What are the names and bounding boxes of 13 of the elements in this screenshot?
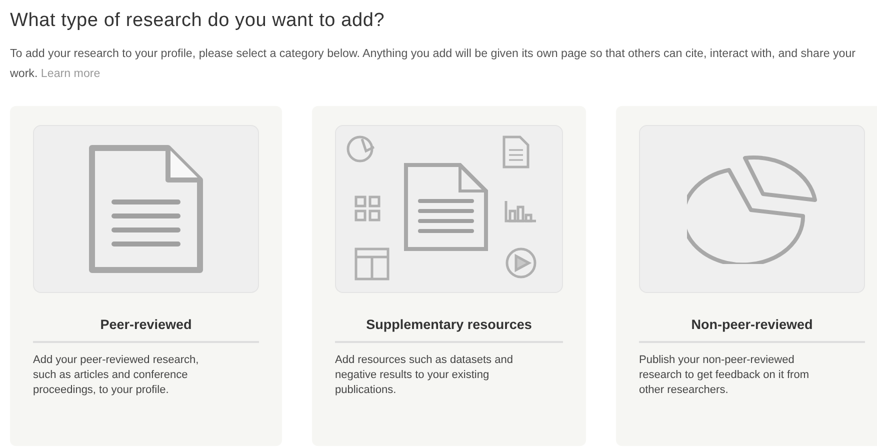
category-card[interactable]: Non-peer-reviewed Publish your non-peer-reviewed research to get feedback on it from other researchers. bbox=[616, 106, 877, 446]
card-description: Publish your non-peer-reviewed research to get feedback on it from other researchers. bbox=[639, 353, 810, 398]
card-description: Add your peer-reviewed research, such as articles and conference proceedings, to your profile. bbox=[33, 353, 200, 398]
intro-text: To add your research to your profile, please select a category below. Anything you add will be given its own page so that others can cite, interact with, and share your work. Learn more bbox=[10, 46, 857, 82]
card-title: Peer-reviewed bbox=[33, 317, 259, 343]
pie-chart-icon bbox=[687, 154, 817, 264]
category-card[interactable]: Peer-reviewed Add your peer-reviewed research, such as articles and conference proceedings, to your profile. bbox=[10, 106, 282, 446]
category-card[interactable]: Supplementary resources Add resources such as datasets and negative results to your existing publications. bbox=[312, 106, 586, 446]
card-title: Supplementary resources bbox=[335, 317, 563, 343]
document-icon bbox=[86, 144, 206, 274]
card-description: Add resources such as datasets and negative results to your existing publications. bbox=[335, 353, 514, 398]
page-heading: What type of research do you want to add? bbox=[10, 10, 386, 32]
card-title: Non-peer-reviewed bbox=[639, 317, 865, 343]
